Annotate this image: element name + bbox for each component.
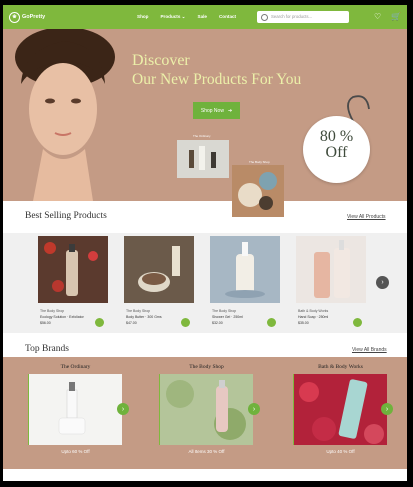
search-placeholder: Search for products...: [271, 14, 313, 19]
brand-card[interactable]: The Body Shop All Items 30 % Off: [158, 361, 255, 465]
brand-name: The Ordinary: [60, 364, 91, 370]
heart-icon[interactable]: ♡: [374, 12, 381, 21]
product-name: Ecology Solution · Exfoliator: [40, 315, 84, 319]
product-brand: The Body Shop: [126, 309, 151, 313]
brand-name: The Body Shop: [189, 364, 224, 370]
product-name: Shower Gel · 250ml: [212, 315, 243, 319]
product-card[interactable]: Bath & Body Works Hand Soap · 250ml $35.…: [296, 236, 366, 331]
shop-now-label: Shop Now: [200, 107, 224, 114]
view-all-products-link[interactable]: View All Products: [347, 214, 386, 220]
carousel-next-icon[interactable]: ›: [376, 276, 389, 289]
brand-next-icon[interactable]: ›: [381, 403, 393, 415]
search-input[interactable]: Search for products...: [257, 11, 349, 23]
search-icon: [261, 14, 268, 21]
product-card[interactable]: The Body Shop Ecology Solution · Exfolia…: [38, 236, 108, 331]
product-card[interactable]: The Body Shop Body Butter · 300 Gms $47.…: [124, 236, 194, 331]
product-image: [38, 236, 108, 303]
product-price: $56.00: [40, 321, 51, 325]
page-frame: ❀ GoPretty Shop Products ⌄ Sale Contact …: [3, 5, 407, 481]
product-image: [124, 236, 194, 303]
hero-headline-1: Discover: [132, 52, 190, 69]
discount-off: Off: [325, 144, 348, 161]
product-card[interactable]: The Body Shop Shower Gel · 250ml $32.00: [210, 236, 280, 331]
add-to-cart-icon[interactable]: [95, 318, 104, 327]
product-name: Body Butter · 300 Gms: [126, 315, 162, 319]
product-brand: The Body Shop: [212, 309, 237, 313]
product-price: $47.00: [126, 321, 137, 325]
add-to-cart-icon[interactable]: [353, 318, 362, 327]
nav-contact[interactable]: Contact: [219, 14, 236, 20]
logo[interactable]: ❀ GoPretty: [9, 11, 45, 23]
product-name: Hand Soap · 250ml: [298, 315, 329, 319]
shop-now-button[interactable]: Shop Now ➔: [193, 102, 240, 119]
nav-shop[interactable]: Shop: [137, 14, 148, 20]
brand-name: Bath & Body Works: [318, 364, 363, 370]
leaf-icon: ❀: [9, 11, 20, 23]
brand-next-icon[interactable]: ›: [248, 403, 260, 415]
product-brand: The Body Shop: [40, 309, 65, 313]
nav-products[interactable]: Products ⌄: [160, 14, 185, 20]
brand-discount: Upto 60 % Off: [61, 449, 90, 454]
brand-image: [29, 374, 122, 445]
product-photo-ordinary: [177, 140, 229, 178]
brand-image: [160, 374, 253, 445]
mini-product-label-2: The Body Shop: [249, 160, 270, 164]
best-selling-title: Best Selling Products: [25, 211, 107, 221]
product-brand: Bath & Body Works: [298, 309, 329, 313]
product-image: [296, 236, 366, 303]
discount-tag: 80 % Off: [303, 116, 370, 183]
top-brands-title: Top Brands: [25, 344, 69, 354]
hero-headline-2: Our New Products For You: [132, 71, 302, 88]
product-image: [210, 236, 280, 303]
mini-product-label-1: The Ordinary: [193, 134, 211, 138]
add-to-cart-icon[interactable]: [181, 318, 190, 327]
arrow-right-icon: ➔: [227, 107, 233, 114]
logo-text: GoPretty: [22, 14, 46, 20]
hero-banner: Discover Our New Products For You Shop N…: [3, 29, 407, 217]
model-photo: [3, 29, 143, 201]
brand-card[interactable]: Bath & Body Works Upto 40 % Off: [292, 361, 389, 465]
nav-sale[interactable]: Sale: [198, 14, 207, 20]
brand-image: [294, 374, 387, 445]
main-nav: Shop Products ⌄ Sale Contact: [137, 14, 236, 20]
product-price: $35.00: [298, 321, 309, 325]
brand-discount: All Items 30 % Off: [188, 449, 225, 454]
product-photo-bodyshop: [232, 165, 284, 217]
cart-icon[interactable]: 🛒: [391, 12, 401, 21]
brand-card[interactable]: The Ordinary Upto 60 % Off: [27, 361, 124, 465]
add-to-cart-icon[interactable]: [267, 318, 276, 327]
product-price: $32.00: [212, 321, 223, 325]
brand-discount: Upto 40 % Off: [326, 449, 355, 454]
top-nav-bar: ❀ GoPretty Shop Products ⌄ Sale Contact …: [3, 5, 407, 29]
brand-next-icon[interactable]: ›: [117, 403, 129, 415]
view-all-brands-link[interactable]: View All Brands: [352, 347, 387, 353]
